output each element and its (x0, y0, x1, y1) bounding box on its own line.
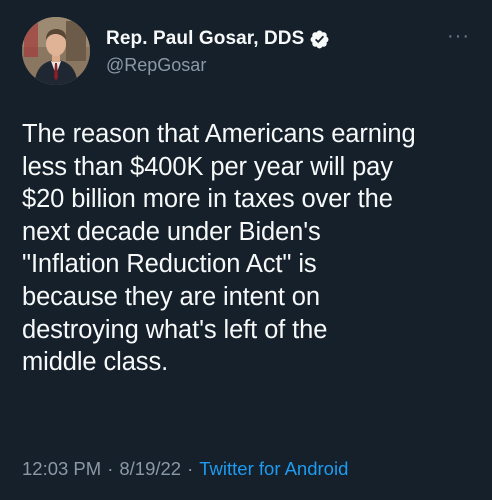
author-handle[interactable]: @RepGosar (106, 55, 330, 76)
profile-photo-icon (22, 17, 90, 85)
author-display-name[interactable]: Rep. Paul Gosar, DDS (106, 28, 304, 50)
tweet-header: Rep. Paul Gosar, DDS @RepGosar (22, 15, 330, 87)
tweet-time[interactable]: 12:03 PM (22, 458, 101, 480)
tweet-meta: 12:03 PM · 8/19/22 · Twitter for Android (22, 458, 348, 480)
tweet-date[interactable]: 8/19/22 (119, 458, 181, 480)
avatar[interactable] (22, 17, 90, 85)
tweet-text: The reason that Americans earning less t… (22, 120, 416, 377)
name-row: Rep. Paul Gosar, DDS (106, 26, 330, 52)
meta-separator: · (187, 458, 194, 479)
more-options-icon[interactable]: ··· (447, 26, 470, 46)
tweet-source-link[interactable]: Twitter for Android (199, 458, 348, 480)
meta-separator: · (107, 458, 114, 479)
verified-badge-icon (309, 29, 330, 50)
tweet-card: Rep. Paul Gosar, DDS @RepGosar ··· The r… (0, 0, 492, 500)
author-names: Rep. Paul Gosar, DDS @RepGosar (106, 26, 330, 76)
